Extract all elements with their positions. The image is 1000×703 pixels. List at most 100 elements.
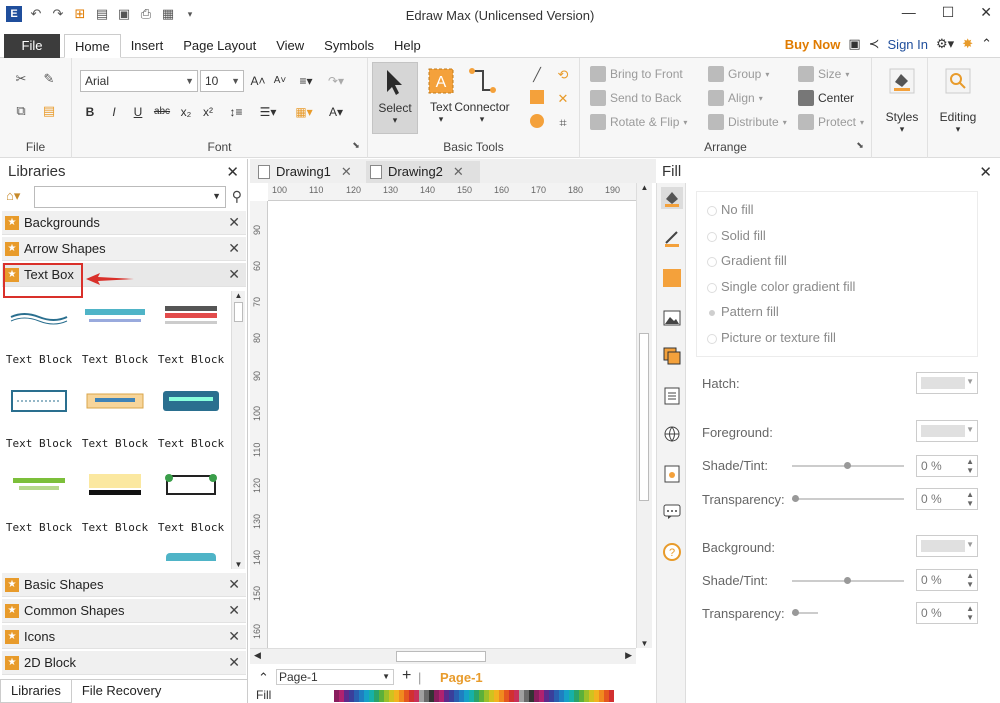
close-tab-icon[interactable]: ✕ bbox=[453, 164, 464, 179]
comment-icon[interactable] bbox=[661, 501, 683, 523]
close-fill-panel-icon[interactable]: ✕ bbox=[979, 163, 992, 181]
scroll-down-icon[interactable]: ▼ bbox=[637, 639, 652, 648]
close-window-icon[interactable]: ✕ bbox=[980, 4, 992, 21]
font-family-select[interactable]: Arial ▼ bbox=[80, 70, 198, 92]
sign-in-link[interactable]: Sign In bbox=[888, 37, 928, 52]
file-menu-button[interactable]: File bbox=[4, 34, 60, 58]
size-button[interactable]: Size ▾ bbox=[798, 66, 849, 82]
shape-text-block-6[interactable]: Text Block bbox=[156, 383, 226, 450]
select-tool-button[interactable]: Select ▾ bbox=[372, 62, 418, 134]
line-tool-icon[interactable]: ╱ bbox=[528, 66, 546, 84]
text-rotate-icon[interactable]: ↷▾ bbox=[326, 71, 346, 91]
tab-symbols[interactable]: Symbols bbox=[314, 34, 384, 58]
slider-knob[interactable] bbox=[792, 609, 799, 616]
close-icon[interactable]: ✕ bbox=[228, 266, 240, 283]
close-tab-icon[interactable]: ✕ bbox=[341, 164, 352, 179]
library-search-input[interactable]: ▼ bbox=[34, 186, 226, 208]
spinner-arrows-icon[interactable]: ▲ ▼ bbox=[966, 457, 974, 475]
library-category-arrow-shapes[interactable]: ★ Arrow Shapes ✕ bbox=[2, 237, 246, 261]
subscript-icon[interactable]: x₂ bbox=[176, 102, 196, 122]
rotate-flip-button[interactable]: Rotate & Flip ▾ bbox=[590, 114, 687, 130]
tab-home[interactable]: Home bbox=[64, 34, 121, 58]
font-color-icon[interactable]: A▾ bbox=[326, 102, 346, 122]
tab-page-layout[interactable]: Page Layout bbox=[173, 34, 266, 58]
library-category-basic-shapes[interactable]: ★ Basic Shapes ✕ bbox=[2, 573, 246, 597]
arrange-dialog-launcher-icon[interactable]: ⬊ bbox=[851, 136, 869, 154]
help-icon[interactable]: ? bbox=[661, 541, 683, 563]
close-icon[interactable]: ✕ bbox=[228, 576, 240, 593]
drawing-canvas[interactable] bbox=[268, 201, 636, 648]
canvas-vertical-scrollbar[interactable]: ▲ ▼ bbox=[636, 183, 652, 648]
styles-button[interactable]: Styles ▾ bbox=[879, 62, 925, 134]
library-category-icons[interactable]: ★ Icons ✕ bbox=[2, 625, 246, 649]
close-icon[interactable]: ✕ bbox=[228, 214, 240, 231]
send-to-back-button[interactable]: Send to Back bbox=[590, 90, 681, 106]
shape-text-block-3[interactable]: Text Block bbox=[156, 299, 226, 366]
page-select[interactable]: Page-1 ▼ bbox=[276, 669, 394, 685]
page-properties-icon[interactable] bbox=[661, 385, 683, 407]
tab-insert[interactable]: Insert bbox=[121, 34, 174, 58]
foreground-transparency-input[interactable]: 0 % ▲ ▼ bbox=[916, 488, 978, 510]
color-swatches[interactable] bbox=[334, 690, 614, 702]
share-icon[interactable]: ≺ bbox=[869, 36, 880, 52]
font-dialog-launcher-icon[interactable]: ⬊ bbox=[347, 136, 365, 154]
underline-icon[interactable]: U bbox=[128, 102, 148, 122]
background-color-dropdown[interactable]: ▼ bbox=[916, 535, 978, 557]
editing-button[interactable]: Editing ▾ bbox=[933, 62, 983, 134]
bold-icon[interactable]: B bbox=[80, 102, 100, 122]
solid-fill-option[interactable]: Solid fill bbox=[707, 228, 766, 243]
library-category-2d-block[interactable]: ★ 2D Block ✕ bbox=[2, 651, 246, 675]
foreground-shade-slider[interactable] bbox=[792, 462, 904, 469]
line-style-icon[interactable] bbox=[661, 227, 683, 249]
scroll-right-icon[interactable]: ▶ bbox=[625, 650, 632, 661]
no-fill-option[interactable]: No fill bbox=[707, 202, 754, 217]
background-transparency-input[interactable]: 0 % ▲ ▼ bbox=[916, 602, 978, 624]
spinner-arrows-icon[interactable]: ▲ ▼ bbox=[966, 571, 974, 589]
superscript-icon[interactable]: x² bbox=[198, 102, 218, 122]
library-scroll-thumb[interactable] bbox=[234, 302, 243, 322]
close-libraries-icon[interactable]: ✕ bbox=[226, 163, 239, 181]
bullet-list-icon[interactable]: ☰▾ bbox=[258, 102, 278, 122]
slider-knob[interactable] bbox=[792, 495, 799, 502]
hyperlink-globe-icon[interactable] bbox=[661, 423, 683, 445]
background-shade-slider[interactable] bbox=[792, 577, 904, 584]
crop-tool-icon[interactable]: ⌗ bbox=[554, 114, 572, 132]
cart-icon[interactable]: ▣ bbox=[848, 36, 860, 52]
tab-help[interactable]: Help bbox=[384, 34, 431, 58]
fill-icon[interactable] bbox=[661, 187, 683, 209]
ellipse-tool-icon[interactable] bbox=[528, 114, 546, 132]
background-shade-input[interactable]: 0 % ▲ ▼ bbox=[916, 569, 978, 591]
doc-tab-drawing1[interactable]: Drawing1 ✕ bbox=[254, 161, 364, 183]
minimize-icon[interactable]: — bbox=[902, 4, 916, 21]
copy-icon[interactable]: ⧉ bbox=[12, 102, 30, 120]
library-category-backgrounds[interactable]: ★ Backgrounds ✕ bbox=[2, 211, 246, 235]
foreground-transparency-slider[interactable] bbox=[792, 495, 904, 502]
layers-icon[interactable] bbox=[661, 345, 683, 367]
close-icon[interactable]: ✕ bbox=[228, 602, 240, 619]
maximize-icon[interactable]: ☐ bbox=[942, 4, 955, 21]
canvas-vscroll-thumb[interactable] bbox=[639, 333, 649, 501]
scroll-left-icon[interactable]: ◀ bbox=[254, 650, 261, 661]
grow-font-icon[interactable]: A˄ bbox=[248, 71, 268, 91]
bring-to-front-button[interactable]: Bring to Front bbox=[590, 66, 683, 82]
close-icon[interactable]: ✕ bbox=[228, 654, 240, 671]
shape-text-block-1[interactable]: Text Block bbox=[4, 299, 74, 366]
shape-text-block-9[interactable]: Text Block bbox=[156, 467, 226, 534]
shape-text-block-5[interactable]: Text Block bbox=[80, 383, 150, 450]
doc-tab-drawing2[interactable]: Drawing2 ✕ bbox=[366, 161, 480, 183]
background-transparency-slider[interactable] bbox=[792, 609, 818, 616]
tab-libraries[interactable]: Libraries bbox=[0, 680, 72, 703]
buy-now-link[interactable]: Buy Now bbox=[785, 37, 841, 52]
tab-file-recovery[interactable]: File Recovery bbox=[72, 680, 171, 703]
scroll-up-icon[interactable]: ▲ bbox=[232, 291, 245, 300]
cut-icon[interactable]: ✂ bbox=[12, 70, 30, 88]
library-home-icon[interactable]: ⌂▾ bbox=[6, 188, 20, 204]
group-button[interactable]: Group ▾ bbox=[708, 66, 769, 82]
distribute-button[interactable]: Distribute ▾ bbox=[708, 114, 787, 130]
italic-icon[interactable]: I bbox=[104, 102, 124, 122]
foreground-shade-input[interactable]: 0 % ▲ ▼ bbox=[916, 455, 978, 477]
scroll-down-icon[interactable]: ▼ bbox=[232, 560, 245, 569]
shape-text-block-7[interactable]: Text Block bbox=[4, 467, 74, 534]
attachment-icon[interactable] bbox=[661, 463, 683, 485]
align-text-icon[interactable]: ≡▾ bbox=[296, 71, 316, 91]
